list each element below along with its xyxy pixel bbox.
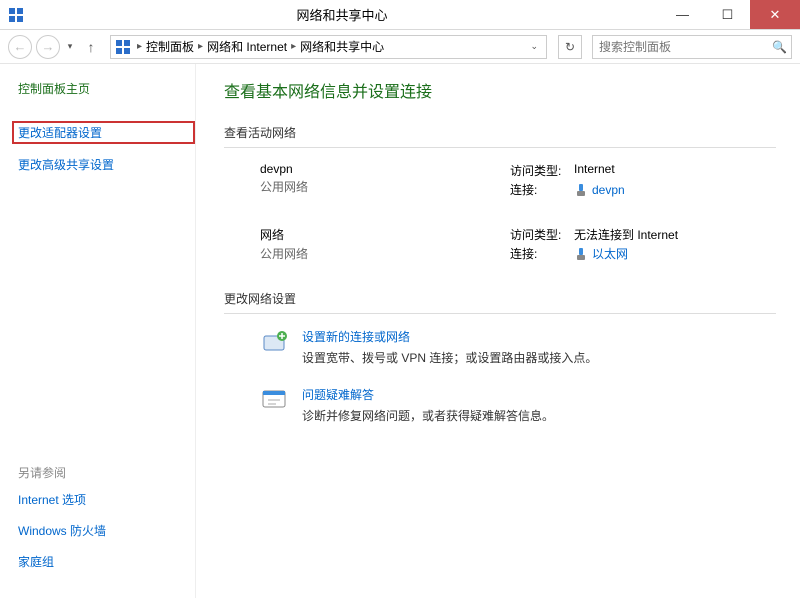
window-title: 网络和共享中心 (24, 5, 660, 24)
new-connection-link[interactable]: 设置新的连接或网络 (302, 328, 597, 345)
nav-bar: ← → ▾ ↑ ▸ 控制面板 ▸ 网络和 Internet ▸ 网络和共享中心 … (0, 30, 800, 64)
sidebar-home[interactable]: 控制面板主页 (18, 80, 195, 97)
breadcrumb-icon (115, 39, 131, 55)
troubleshoot-icon (260, 386, 288, 414)
new-connection-desc: 设置宽带、拨号或 VPN 连接；或设置路由器或接入点。 (302, 351, 597, 365)
sidebar-see-also-item[interactable]: Internet 选项 (18, 491, 195, 508)
chevron-right-icon[interactable]: ▸ (287, 41, 300, 52)
breadcrumb-expand-icon[interactable]: ⌄ (526, 41, 542, 52)
change-settings-heading: 更改网络设置 (224, 290, 776, 314)
refresh-button[interactable]: ↻ (558, 35, 582, 59)
connection-icon (574, 183, 588, 197)
breadcrumb-item[interactable]: 网络和共享中心 (300, 38, 384, 55)
network-type: 公用网络 (260, 245, 510, 262)
connection-name: devpn (592, 183, 625, 197)
sidebar-advanced-sharing[interactable]: 更改高级共享设置 (18, 156, 195, 173)
search-box[interactable]: 🔍 (592, 35, 792, 59)
troubleshoot-desc: 诊断并修复网络问题，或者获得疑难解答信息。 (302, 409, 554, 423)
close-button[interactable]: ✕ (750, 0, 800, 29)
settings-item: 设置新的连接或网络 设置宽带、拨号或 VPN 连接；或设置路由器或接入点。 (224, 328, 776, 366)
search-input[interactable] (593, 40, 791, 54)
access-type-label: 访问类型: (510, 162, 574, 179)
connection-link[interactable]: 以太网 (574, 245, 628, 262)
network-name: 网络 (260, 226, 510, 243)
access-type-value: Internet (574, 162, 615, 179)
breadcrumb-item[interactable]: 控制面板 (146, 38, 194, 55)
chevron-right-icon[interactable]: ▸ (194, 41, 207, 52)
back-button[interactable]: ← (8, 35, 32, 59)
troubleshoot-link[interactable]: 问题疑难解答 (302, 386, 554, 403)
access-type-value: 无法连接到 Internet (574, 226, 678, 243)
content-pane: 查看基本网络信息并设置连接 查看活动网络 devpn 公用网络 访问类型: In… (195, 64, 800, 598)
network-row: devpn 公用网络 访问类型: Internet 连接: devpn (224, 162, 776, 200)
forward-button[interactable]: → (36, 35, 60, 59)
connection-icon (574, 247, 588, 261)
active-networks-heading: 查看活动网络 (224, 124, 776, 148)
network-name: devpn (260, 162, 510, 176)
see-also-heading: 另请参阅 (18, 464, 195, 481)
up-button[interactable]: ↑ (80, 39, 102, 55)
network-type: 公用网络 (260, 178, 510, 195)
app-icon (8, 7, 24, 23)
maximize-button[interactable]: ☐ (705, 0, 750, 29)
breadcrumb[interactable]: ▸ 控制面板 ▸ 网络和 Internet ▸ 网络和共享中心 ⌄ (110, 35, 547, 59)
sidebar-see-also-item[interactable]: 家庭组 (18, 553, 195, 570)
network-row: 网络 公用网络 访问类型: 无法连接到 Internet 连接: 以太网 (224, 226, 776, 264)
access-type-label: 访问类型: (510, 226, 574, 243)
window-controls: — ☐ ✕ (660, 0, 800, 29)
titlebar: 网络和共享中心 — ☐ ✕ (0, 0, 800, 30)
minimize-button[interactable]: — (660, 0, 705, 29)
new-connection-icon (260, 328, 288, 356)
page-title: 查看基本网络信息并设置连接 (224, 78, 776, 102)
chevron-right-icon[interactable]: ▸ (133, 41, 146, 52)
sidebar-see-also-item[interactable]: Windows 防火墙 (18, 522, 195, 539)
connection-label: 连接: (510, 181, 574, 198)
history-dropdown-icon[interactable]: ▾ (64, 41, 76, 52)
main-area: 控制面板主页 更改适配器设置 更改高级共享设置 另请参阅 Internet 选项… (0, 64, 800, 598)
settings-item: 问题疑难解答 诊断并修复网络问题，或者获得疑难解答信息。 (224, 386, 776, 424)
connection-link[interactable]: devpn (574, 181, 625, 198)
sidebar: 控制面板主页 更改适配器设置 更改高级共享设置 另请参阅 Internet 选项… (0, 64, 195, 598)
connection-name: 以太网 (592, 245, 628, 262)
breadcrumb-item[interactable]: 网络和 Internet (207, 38, 287, 55)
search-icon[interactable]: 🔍 (772, 40, 787, 54)
sidebar-adapter-settings[interactable]: 更改适配器设置 (12, 121, 195, 144)
connection-label: 连接: (510, 245, 574, 262)
